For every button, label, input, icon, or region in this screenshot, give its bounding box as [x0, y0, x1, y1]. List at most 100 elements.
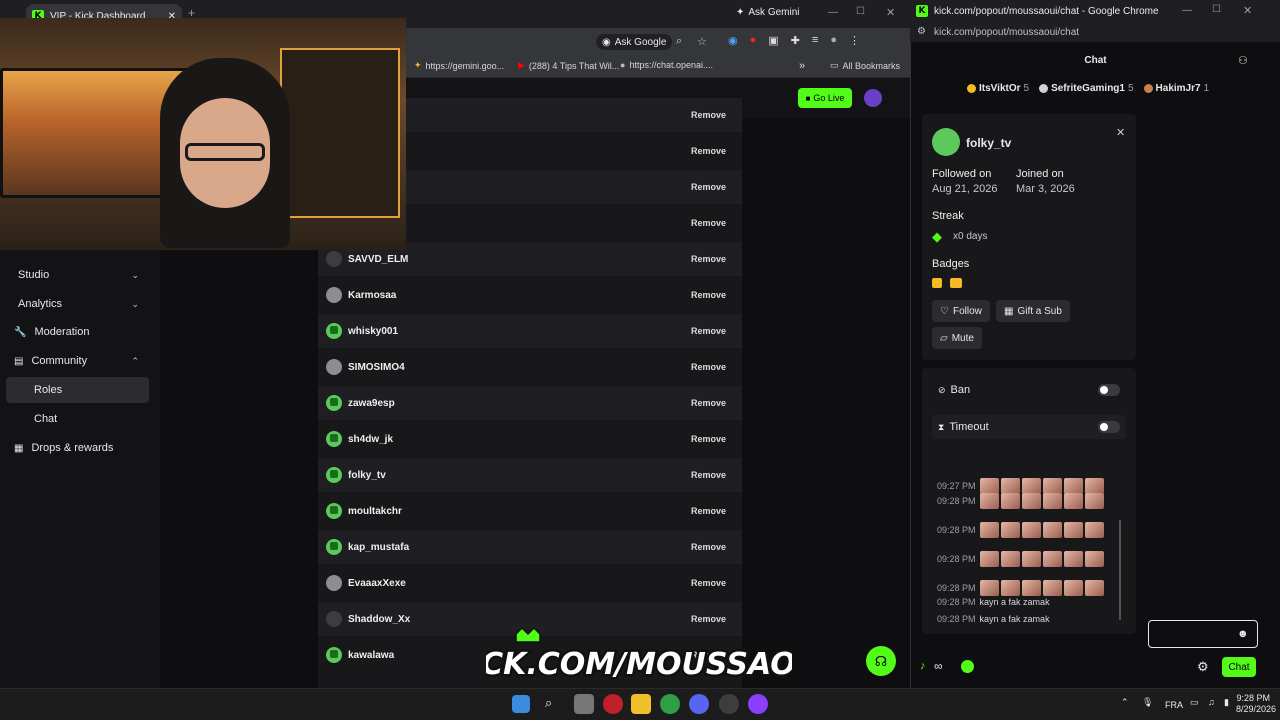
settings-icon[interactable]: ⚙: [1197, 659, 1209, 675]
search-icon[interactable]: ⌕: [545, 695, 552, 711]
kick-emote-icon[interactable]: [961, 660, 974, 673]
remove-button[interactable]: Remove: [683, 322, 734, 340]
remove-button[interactable]: Remove: [683, 430, 734, 448]
remove-button[interactable]: Remove: [683, 178, 734, 196]
emote-row: [979, 493, 1104, 509]
timeout-row: ⧗ Timeout: [932, 415, 1126, 439]
puzzle-icon[interactable]: ✚: [791, 34, 800, 47]
site-info-icon[interactable]: ⚙: [917, 26, 926, 37]
app-icon[interactable]: [748, 694, 768, 714]
ban-toggle[interactable]: [1098, 384, 1120, 396]
task-view-icon[interactable]: [574, 694, 594, 714]
timeout-toggle[interactable]: [1098, 421, 1120, 433]
sidebar-item-roles[interactable]: Roles: [6, 377, 149, 403]
obs-icon[interactable]: [719, 694, 739, 714]
followed-date: Aug 21, 2026: [932, 183, 998, 195]
extension-icon[interactable]: ▣: [768, 34, 778, 47]
minimize-icon[interactable]: —: [1182, 5, 1192, 16]
send-chat-button[interactable]: Chat: [1222, 657, 1256, 677]
close-icon[interactable]: ✕: [1116, 126, 1125, 139]
go-live-button[interactable]: ■ Go Live: [798, 88, 852, 108]
maximize-icon[interactable]: ☐: [1212, 4, 1221, 15]
hourglass-icon: ⧗: [938, 421, 945, 432]
bookmark-item[interactable]: ● https://chat.openai....: [620, 60, 713, 70]
zoom-icon[interactable]: ⌕: [676, 35, 682, 48]
menu-icon[interactable]: ⋮: [849, 34, 860, 47]
sidebar-item-analytics[interactable]: Analytics ⌄: [6, 291, 149, 317]
maximize-icon[interactable]: ☐: [856, 6, 865, 17]
remove-button[interactable]: Remove: [683, 574, 734, 592]
chrome-icon[interactable]: [660, 694, 680, 714]
sidebar-item-drops[interactable]: ▦ Drops & rewards: [6, 435, 149, 461]
remove-button[interactable]: Remove: [683, 502, 734, 520]
sidebar-item-studio[interactable]: Studio ⌄: [6, 262, 149, 288]
remove-button[interactable]: Remove: [683, 286, 734, 304]
windows-start-icon[interactable]: [512, 695, 530, 713]
users-icon[interactable]: ⚇: [1238, 54, 1248, 67]
remove-button[interactable]: Remove: [683, 358, 734, 376]
support-button[interactable]: ☊: [866, 646, 896, 676]
battery-icon[interactable]: ▮: [1224, 697, 1229, 708]
file-explorer-icon[interactable]: [631, 694, 651, 714]
star-icon[interactable]: ☆: [697, 35, 707, 48]
emote-image: [1084, 478, 1104, 494]
emote-image: [1042, 551, 1062, 567]
user-badge-icon[interactable]: ♪: [920, 660, 926, 672]
user-card-username[interactable]: folky_tv: [966, 136, 1011, 150]
gemini-button[interactable]: ✦ Ask Gemini: [736, 7, 800, 18]
more-bookmarks-icon[interactable]: »: [799, 60, 805, 72]
bookmark-item[interactable]: ▶ (288) 4 Tips That Wil...: [518, 60, 619, 71]
avatar: [326, 251, 342, 267]
profile-avatar[interactable]: ●: [830, 34, 837, 47]
headset-icon: ☊: [874, 652, 888, 669]
avatar[interactable]: [864, 89, 882, 107]
language-indicator[interactable]: FRA: [1165, 700, 1183, 710]
emoji-icon[interactable]: ☻: [1237, 628, 1249, 640]
all-bookmarks[interactable]: ▭ All Bookmarks: [830, 60, 900, 71]
close-window-icon[interactable]: ✕: [1243, 4, 1252, 17]
minimize-icon[interactable]: —: [828, 7, 838, 18]
tray-chevron-icon[interactable]: ⌃: [1121, 697, 1129, 708]
leaderboard-entry[interactable]: ItsViktOr 5: [967, 83, 1029, 94]
mute-button[interactable]: ▱ Mute: [932, 327, 982, 349]
bookmark-item[interactable]: ✦ https://gemini.goo...: [414, 60, 504, 71]
shelf: [280, 48, 400, 218]
sidebar-item-community[interactable]: ▤ Community ⌃: [6, 348, 149, 374]
gift-leaderboard: ItsViktOr 5 SefriteGaming1 5 HakimJr7 1: [911, 80, 1280, 96]
remove-button[interactable]: Remove: [683, 538, 734, 556]
app-icon[interactable]: [603, 694, 623, 714]
scrollbar[interactable]: [1119, 520, 1121, 620]
chevron-down-icon: ⌄: [131, 269, 139, 280]
ask-google-button[interactable]: ◉ Ask Google: [596, 34, 673, 50]
media-icon[interactable]: ≡: [812, 34, 818, 47]
mic-icon[interactable]: 🎙: [1142, 697, 1153, 708]
gift-sub-button[interactable]: ▦ Gift a Sub: [996, 300, 1070, 322]
sidebar-item-chat[interactable]: Chat: [6, 406, 149, 432]
remove-button[interactable]: Remove: [683, 214, 734, 232]
medal-icon: [1039, 83, 1049, 93]
clock[interactable]: 9:28 PM 8/29/2026: [1236, 693, 1276, 715]
close-window-icon[interactable]: ✕: [886, 6, 895, 19]
popout-address[interactable]: kick.com/popout/moussaoui/chat: [910, 22, 1280, 42]
remove-button[interactable]: Remove: [683, 394, 734, 412]
extension-icon[interactable]: ●: [750, 34, 757, 47]
streak-value: x0 days: [953, 231, 988, 242]
remove-button[interactable]: Remove: [683, 142, 734, 160]
sidebar-item-moderation[interactable]: 🔧 Moderation: [6, 319, 149, 345]
remove-button[interactable]: Remove: [683, 250, 734, 268]
remove-button[interactable]: Remove: [683, 106, 734, 124]
extension-icon[interactable]: ◉: [728, 34, 738, 47]
remove-button[interactable]: Remove: [683, 610, 734, 628]
follow-button[interactable]: ♡ Follow: [932, 300, 990, 322]
emote-image: [1000, 522, 1020, 538]
infinity-icon[interactable]: ∞: [934, 659, 943, 673]
volume-icon[interactable]: ♫: [1208, 697, 1215, 707]
leaderboard-entry[interactable]: HakimJr7 1: [1143, 83, 1209, 94]
remove-button[interactable]: Remove: [683, 466, 734, 484]
network-icon[interactable]: ▭: [1190, 697, 1199, 708]
avatar: [326, 647, 342, 663]
leaderboard-entry[interactable]: SefriteGaming1 5: [1039, 83, 1134, 94]
crown-badge-icon: [950, 278, 962, 288]
emote-image: [1021, 551, 1041, 567]
discord-icon[interactable]: [689, 694, 709, 714]
